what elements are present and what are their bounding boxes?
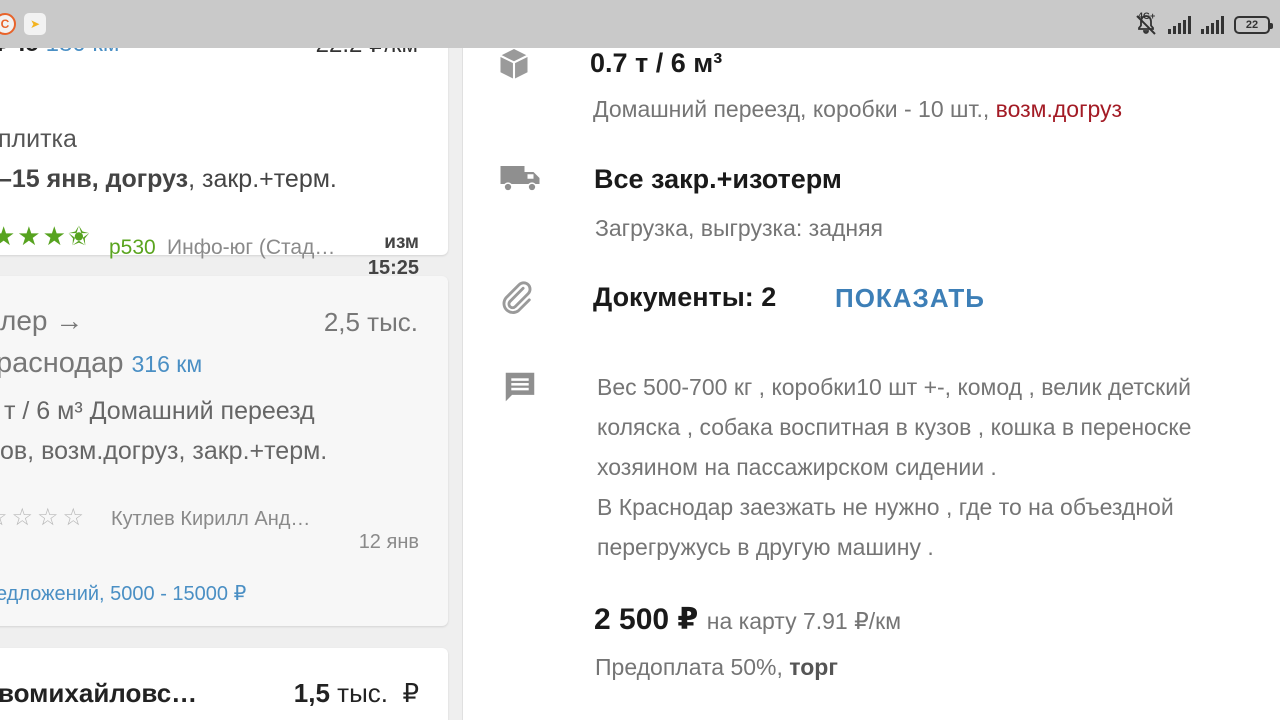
offers-link[interactable]: едложений, 5000 - 15000 ₽ [0,581,246,606]
cargo-name: плитка [0,125,77,153]
payment-terms: Предоплата 50%, [595,654,790,680]
comment-line: перегружусь в другую машину . [597,534,934,560]
truck-title: Все закр.+изотерм [594,164,842,194]
rating-stars: ☆☆☆☆ [0,504,89,531]
distance: 316 км [131,351,203,377]
body-type: , закр.+терм. [188,165,337,193]
person-name: Кутлев Кирилл Анд… [111,508,311,530]
mute-icon [1136,15,1156,35]
truck-icon [498,156,542,200]
cargo-extra: возм.догруз [995,96,1123,122]
cargo-line-2: ов, возм.догруз, закр.+терм. [0,437,328,465]
currency: ₽ [402,678,419,708]
company-name: Инфо-юг (Стад… [167,236,336,259]
paperclip-icon [494,275,538,319]
rating-value: р530 [109,236,156,259]
comment-line: коляска , собака воспитная в кузов , кош… [597,414,1192,440]
signal-icon [1168,16,1191,34]
distance: 180 км [46,48,120,57]
list-item[interactable]: лер → 2,5 тыс. раснодар 316 км т / 6 м³ … [0,276,448,626]
battery-icon: 22 [1234,16,1273,34]
price: 2,5 тыс. [323,307,418,337]
box-icon [492,42,536,86]
changed-label: изм [384,232,419,253]
route-from: лер → [0,305,84,336]
signal-icon-2 [1201,16,1224,34]
navigation-app-icon: ➤ [24,13,46,35]
comment-line: Вес 500-700 кг , коробки10 шт +-, комод … [597,374,1191,400]
route-to: раснодар [0,347,124,379]
route: вомихайловс… [0,678,198,708]
cargo-description: Домашний переезд, коробки - 10 шт., [593,96,996,122]
comment-line: хозяином на пассажирском сидении . [597,454,997,480]
show-documents-button[interactable]: ПОКАЗАТЬ [835,283,985,314]
cargo-details: 0.7 т / 6 м³ Домашний переезд, коробки -… [463,48,1280,720]
battery-level: 22 [1245,19,1259,31]
comment-icon [498,365,542,409]
rate: 22.2 ₽/км [316,48,418,59]
price-number: 1,5 [293,678,330,708]
price-unit: тыс. [337,678,388,708]
payment-bargain: торг [789,654,838,680]
documents-title: Документы: 2 [593,282,777,312]
truck-description: Загрузка, выгрузка: задняя [595,215,884,241]
list-item[interactable]: вомихайловс… 1,5 тыс. ₽ [0,648,448,720]
price: 2 500 ₽ [594,603,699,636]
rating-stars: ★★★✬ [0,221,92,251]
comment-text: Вес 500-700 кг , коробки10 шт +-, комод … [597,367,1191,567]
price-detail: на карту 7.91 ₽/км [706,608,902,634]
cargo-title: 0.7 т / 6 м³ [590,48,723,78]
comment-line: В Краснодар заезжать не нужно , где то н… [597,494,1174,520]
status-bar: C ➤ 4G+ 22 [0,0,1280,48]
cargo-line-1: т / 6 м³ Домашний переезд [4,397,315,425]
route-tail: Ф-ю [0,48,46,57]
app-notification-icon: C [0,13,16,35]
date: 12 янв [358,531,419,553]
list-item[interactable]: Ф-ю 180 км 22.2 ₽/км плитка –15 янв, дог… [0,48,448,279]
cargo-list[interactable]: Ф-ю 180 км 22.2 ₽/км плитка –15 янв, дог… [0,48,462,720]
dates: –15 янв, догруз [0,165,189,193]
